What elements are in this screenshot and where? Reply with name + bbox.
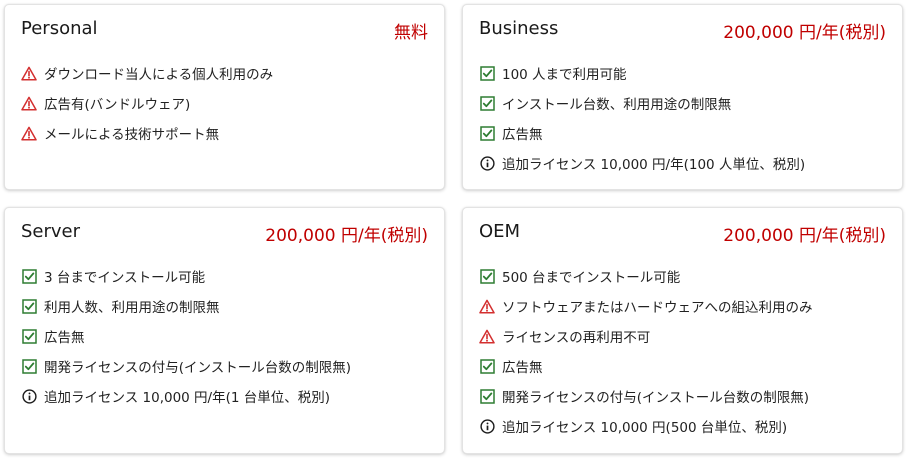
info-icon	[479, 418, 495, 434]
feature-text: 広告無	[44, 330, 85, 346]
feature-text: 利用人数、利用用途の制限無	[44, 300, 220, 316]
check-icon	[479, 388, 495, 404]
info-icon	[479, 155, 495, 171]
feature-list: 100 人まで利用可能 インストール台数、利用用途の制限無 広告無 追加ライセン…	[479, 58, 805, 178]
feature-text: 追加ライセンス 10,000 円(500 台単位、税別)	[502, 420, 788, 436]
feature-list: 3 台までインストール可能 利用人数、利用用途の制限無 広告無 開発ライセンスの…	[21, 261, 351, 411]
feature-item: 500 台までインストール可能	[479, 261, 813, 291]
check-icon	[479, 95, 495, 111]
feature-text: 100 人まで利用可能	[502, 67, 627, 83]
warning-icon	[479, 328, 495, 344]
feature-item: 追加ライセンス 10,000 円(500 台単位、税別)	[479, 411, 813, 441]
warning-icon	[479, 298, 495, 314]
feature-item: 追加ライセンス 10,000 円/年(100 人単位、税別)	[479, 148, 805, 178]
check-icon	[21, 298, 37, 314]
feature-item: 100 人まで利用可能	[479, 58, 805, 88]
warning-icon	[21, 95, 37, 111]
check-icon	[479, 358, 495, 374]
feature-text: メールによる技術サポート無	[44, 127, 220, 143]
check-icon	[479, 65, 495, 81]
plan-card-personal: Personal 無料 ダウンロード当人による個人利用のみ 広告有(バンドルウェ…	[4, 4, 445, 190]
warning-icon	[21, 125, 37, 141]
feature-list: ダウンロード当人による個人利用のみ 広告有(バンドルウェア) メールによる技術サ…	[21, 58, 273, 148]
check-icon	[21, 268, 37, 284]
feature-item: 開発ライセンスの付与(インストール台数の制限無)	[479, 381, 813, 411]
plan-card-oem: OEM 200,000 円/年(税別) 500 台までインストール可能 ソフトウ…	[462, 207, 903, 454]
plan-card-server: Server 200,000 円/年(税別) 3 台までインストール可能 利用人…	[4, 207, 445, 454]
feature-text: 3 台までインストール可能	[44, 270, 206, 286]
feature-text: 追加ライセンス 10,000 円/年(1 台単位、税別)	[44, 390, 331, 406]
feature-text: 500 台までインストール可能	[502, 270, 681, 286]
feature-text: 広告有(バンドルウェア)	[44, 97, 191, 113]
feature-text: 追加ライセンス 10,000 円/年(100 人単位、税別)	[502, 157, 806, 173]
feature-item: 広告有(バンドルウェア)	[21, 88, 273, 118]
plan-price: 200,000 円/年(税別)	[723, 226, 886, 246]
feature-text: ソフトウェアまたはハードウェアへの組込利用のみ	[502, 300, 813, 316]
feature-text: 広告無	[502, 127, 543, 143]
plan-title: Business	[479, 18, 559, 39]
feature-item: 3 台までインストール可能	[21, 261, 351, 291]
feature-item: 広告無	[21, 321, 351, 351]
info-icon	[21, 388, 37, 404]
feature-text: ダウンロード当人による個人利用のみ	[44, 67, 274, 83]
feature-item: 広告無	[479, 118, 805, 148]
feature-text: インストール台数、利用用途の制限無	[502, 97, 732, 113]
plan-price: 200,000 円/年(税別)	[723, 23, 886, 43]
plan-title: Personal	[21, 18, 98, 39]
feature-text: ライセンスの再利用不可	[502, 330, 651, 346]
feature-item: 利用人数、利用用途の制限無	[21, 291, 351, 321]
feature-item: ライセンスの再利用不可	[479, 321, 813, 351]
feature-item: 開発ライセンスの付与(インストール台数の制限無)	[21, 351, 351, 381]
feature-text: 広告無	[502, 360, 543, 376]
feature-item: ソフトウェアまたはハードウェアへの組込利用のみ	[479, 291, 813, 321]
feature-text: 開発ライセンスの付与(インストール台数の制限無)	[44, 360, 351, 376]
feature-item: 広告無	[479, 351, 813, 381]
check-icon	[479, 268, 495, 284]
check-icon	[479, 125, 495, 141]
plan-price: 無料	[394, 23, 428, 43]
feature-item: ダウンロード当人による個人利用のみ	[21, 58, 273, 88]
feature-item: 追加ライセンス 10,000 円/年(1 台単位、税別)	[21, 381, 351, 411]
feature-item: インストール台数、利用用途の制限無	[479, 88, 805, 118]
feature-text: 開発ライセンスの付与(インストール台数の制限無)	[502, 390, 809, 406]
plan-card-business: Business 200,000 円/年(税別) 100 人まで利用可能 インス…	[462, 4, 903, 190]
plan-title: OEM	[479, 221, 521, 242]
plan-title: Server	[21, 221, 81, 242]
warning-icon	[21, 65, 37, 81]
feature-item: メールによる技術サポート無	[21, 118, 273, 148]
feature-list: 500 台までインストール可能 ソフトウェアまたはハードウェアへの組込利用のみ …	[479, 261, 813, 441]
plan-price: 200,000 円/年(税別)	[265, 226, 428, 246]
check-icon	[21, 358, 37, 374]
check-icon	[21, 328, 37, 344]
